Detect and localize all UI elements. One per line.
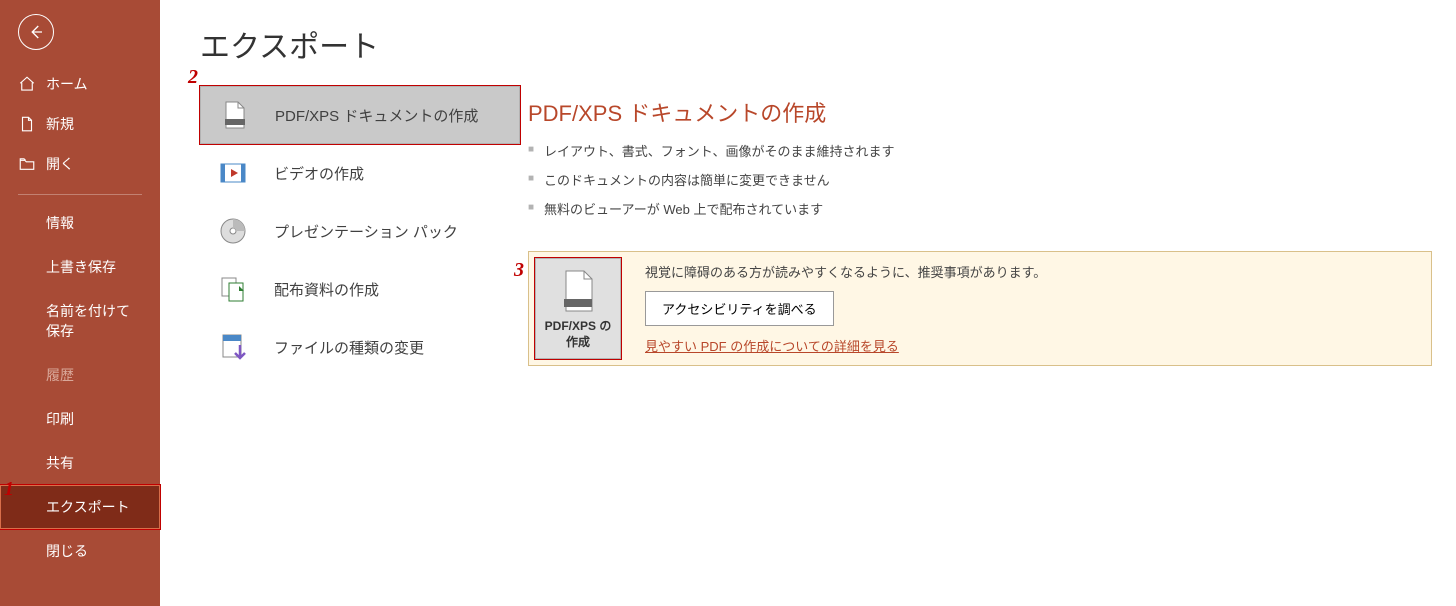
nav-save[interactable]: 上書き保存	[0, 245, 160, 289]
divider	[18, 194, 142, 195]
detail-bullet: このドキュメントの内容は簡単に変更できません	[528, 165, 1432, 194]
nav-print[interactable]: 印刷	[0, 397, 160, 441]
disc-icon	[216, 214, 250, 248]
export-option-package[interactable]: プレゼンテーション パック	[200, 202, 520, 260]
callout-3: 3	[514, 259, 524, 282]
nav-open[interactable]: 開く	[0, 144, 160, 184]
back-button[interactable]	[18, 14, 54, 50]
page-title: エクスポート	[160, 0, 1456, 86]
pdf-document-icon	[540, 269, 616, 313]
export-options-column: 2 PDF/XPS ドキュメントの作成 ビデオの作成 プレゼンテーション パック	[160, 86, 520, 376]
accessibility-description: 視覚に障碍のある方が読みやすくなるように、推奨事項があります。	[645, 262, 1425, 281]
export-option-label: 配布資料の作成	[274, 279, 379, 300]
nav-label: 開く	[46, 154, 74, 174]
nav-home[interactable]: ホーム	[0, 64, 160, 104]
nav-save-as[interactable]: 名前を付けて保存	[0, 289, 160, 353]
detail-bullet: 無料のビューアーが Web 上で配布されています	[528, 194, 1432, 223]
export-option-label: プレゼンテーション パック	[274, 221, 458, 242]
nav-info[interactable]: 情報	[0, 201, 160, 245]
filetype-icon	[216, 330, 250, 364]
accessibility-action-box: PDF/XPS の作成 視覚に障碍のある方が読みやすくなるように、推奨事項があり…	[528, 251, 1432, 366]
export-option-handouts[interactable]: 配布資料の作成	[200, 260, 520, 318]
handout-icon	[216, 272, 250, 306]
export-option-pdf-xps[interactable]: PDF/XPS ドキュメントの作成	[200, 86, 520, 144]
create-pdf-xps-button[interactable]: PDF/XPS の作成	[535, 258, 621, 359]
folder-open-icon	[18, 155, 36, 173]
check-accessibility-button[interactable]: アクセシビリティを調べる	[645, 291, 834, 326]
create-pdf-xps-label: PDF/XPS の作成	[540, 319, 616, 350]
nav-label: ホーム	[46, 74, 88, 94]
pdf-document-icon	[217, 98, 251, 132]
arrow-left-icon	[27, 23, 45, 41]
export-option-label: ファイルの種類の変更	[274, 337, 424, 358]
callout-1: 1	[4, 478, 14, 501]
backstage-sidebar: ホーム 新規 開く 情報 上書き保存 名前を付けて保存 履歴 印刷 共有 エクス…	[0, 0, 160, 606]
video-icon	[216, 156, 250, 190]
nav-label: 新規	[46, 114, 74, 134]
export-option-label: ビデオの作成	[274, 163, 364, 184]
export-option-label: PDF/XPS ドキュメントの作成	[275, 105, 478, 126]
detail-title: PDF/XPS ドキュメントの作成	[528, 96, 1432, 128]
home-icon	[18, 75, 36, 93]
callout-2: 2	[188, 66, 198, 89]
nav-close[interactable]: 閉じる	[0, 529, 160, 573]
nav-history: 履歴	[0, 353, 160, 397]
detail-bullets: レイアウト、書式、フォント、画像がそのまま維持されます このドキュメントの内容は…	[528, 136, 1432, 223]
nav-export[interactable]: エクスポート	[0, 485, 160, 529]
file-icon	[18, 115, 36, 133]
nav-share[interactable]: 共有	[0, 441, 160, 485]
pdf-accessibility-link[interactable]: 見やすい PDF の作成についての詳細を見る	[645, 336, 1425, 355]
detail-bullet: レイアウト、書式、フォント、画像がそのまま維持されます	[528, 136, 1432, 165]
nav-new[interactable]: 新規	[0, 104, 160, 144]
export-option-video[interactable]: ビデオの作成	[200, 144, 520, 202]
detail-column: PDF/XPS ドキュメントの作成 レイアウト、書式、フォント、画像がそのまま維…	[520, 86, 1456, 376]
export-option-change-filetype[interactable]: ファイルの種類の変更	[200, 318, 520, 376]
main: エクスポート 2 PDF/XPS ドキュメントの作成 ビデオの作成	[160, 0, 1456, 606]
